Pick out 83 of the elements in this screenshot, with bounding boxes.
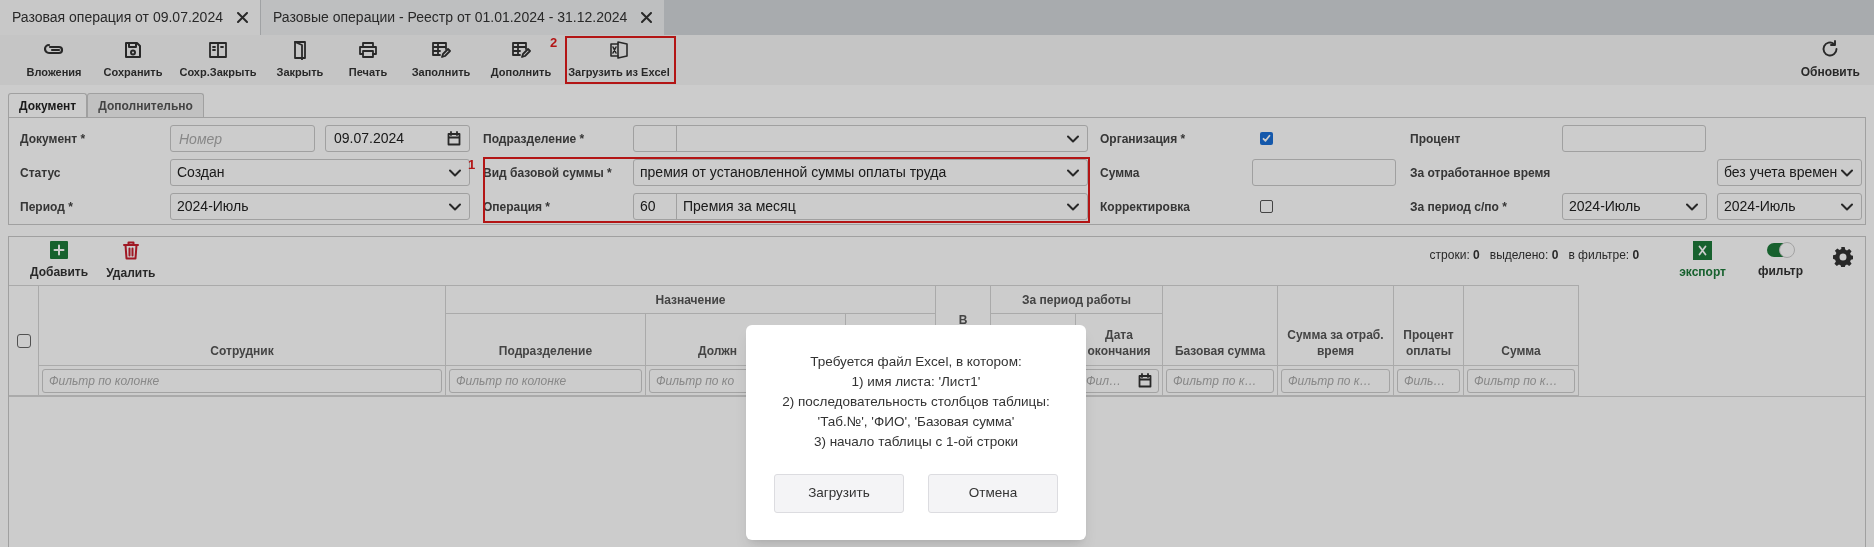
checkbox[interactable] — [1260, 200, 1273, 213]
toolbar-button[interactable]: Сохр.Закрыть — [172, 35, 264, 85]
text-field[interactable] — [1562, 125, 1706, 152]
grid-button[interactable]: Добавить — [21, 241, 98, 281]
toolbar-button[interactable]: Закрыть — [264, 35, 336, 85]
column-group-header: За период работы — [1022, 291, 1131, 309]
field-label: Подразделение * — [483, 130, 586, 148]
text-field[interactable] — [1252, 159, 1396, 186]
field-label: Сумма — [1100, 164, 1141, 182]
text-field[interactable]: Номер — [170, 125, 315, 152]
field-label: Операция * — [483, 198, 552, 216]
annotation-number: 2 — [550, 34, 558, 52]
printer-icon — [358, 40, 378, 59]
chevron-down-icon — [449, 202, 461, 211]
field-label: Процент — [1410, 130, 1462, 148]
dialog-button[interactable]: Загрузить — [774, 474, 904, 513]
spreadsheet-icon — [1693, 241, 1713, 260]
field-label: Период * — [20, 198, 74, 216]
export-button[interactable]: экспорт — [1673, 241, 1732, 281]
chevron-down-icon — [1067, 134, 1079, 143]
table-edit-icon — [511, 40, 531, 59]
dialog-button[interactable]: Отмена — [928, 474, 1058, 513]
field-label: Организация * — [1100, 130, 1187, 148]
annotation-number: 1 — [468, 156, 476, 174]
code-select-field[interactable]: 60 Премия за месяц — [633, 193, 1088, 220]
close-icon[interactable] — [237, 12, 248, 23]
settings-icon[interactable] — [1833, 247, 1853, 267]
chevron-down-icon — [1841, 202, 1853, 211]
grid-button[interactable]: Удалить — [97, 240, 165, 282]
code-select-field[interactable] — [633, 125, 1088, 152]
chevron-down-icon — [449, 168, 461, 177]
column-header[interactable]: Процент оплаты — [1397, 327, 1460, 359]
select-field[interactable]: премия от установленной суммы оплаты труда — [633, 159, 1088, 186]
book-icon — [208, 40, 228, 59]
column-header[interactable]: Должн — [698, 343, 738, 359]
toolbar-button[interactable]: Загрузить из Excel — [560, 35, 678, 85]
trash-icon — [122, 240, 139, 260]
toolbar-button[interactable]: Сохранить — [94, 35, 172, 85]
document-tab[interactable]: Разовые операции - Реестр от 01.01.2024 - 31.12.2024 — [260, 0, 665, 35]
column-header[interactable]: В — [958, 312, 968, 328]
table-edit-icon — [431, 40, 451, 59]
checkbox[interactable] — [1260, 132, 1273, 145]
date-field[interactable]: 09.07.2024 — [325, 125, 470, 152]
counter-text: в фильтре: 0 — [1568, 247, 1640, 264]
column-header[interactable]: Сотрудник — [210, 343, 274, 359]
column-header[interactable]: Подразделение — [498, 343, 593, 359]
toolbar-button[interactable]: Заполнить — [400, 35, 482, 85]
calendar-icon — [447, 131, 461, 146]
toggle-switch[interactable] — [1767, 242, 1794, 257]
field-label: Документ * — [20, 130, 87, 148]
counter-text: выделено: 0 — [1489, 247, 1559, 264]
select-field[interactable]: без учета времен — [1717, 159, 1862, 186]
field-label: За период с/по * — [1410, 198, 1508, 216]
document-tab[interactable]: Разовая операция от 09.07.2024 — [0, 0, 260, 35]
close-icon[interactable] — [641, 12, 653, 23]
form-tab[interactable]: Документ — [8, 93, 88, 117]
chevron-down-icon — [1841, 168, 1854, 177]
filter-toggle[interactable]: фильтр — [1753, 242, 1807, 280]
column-header[interactable]: Базовая сумма — [1174, 343, 1266, 359]
chevron-down-icon — [1067, 168, 1079, 177]
column-header[interactable]: Сумма — [1501, 343, 1541, 359]
select-field[interactable]: 2024-Июль — [1717, 193, 1862, 220]
plus-icon — [50, 241, 69, 259]
select-field[interactable]: Создан — [170, 159, 470, 186]
field-label: Корректировка — [1100, 198, 1191, 216]
form-tab[interactable]: Дополнительно — [87, 93, 204, 117]
excel-file-icon — [609, 40, 629, 59]
chevron-down-icon — [1067, 202, 1079, 211]
select-field[interactable]: 2024-Июль — [1562, 193, 1707, 220]
refresh-button[interactable]: Обновить — [1794, 35, 1866, 85]
toolbar-button[interactable]: Вложения — [14, 35, 94, 85]
door-icon — [292, 39, 308, 60]
refresh-icon — [1821, 39, 1840, 58]
column-group-header: Назначение — [655, 291, 726, 309]
field-label: Статус — [20, 164, 62, 182]
select-all-checkbox[interactable] — [16, 333, 31, 348]
column-header[interactable]: Сумма за отраб. время — [1281, 327, 1390, 359]
select-field[interactable]: 2024-Июль — [170, 193, 470, 220]
toolbar-button[interactable]: Печать — [336, 35, 400, 85]
chevron-down-icon — [1686, 202, 1698, 211]
field-label: За отработанное время — [1410, 164, 1552, 182]
paperclip-icon — [44, 42, 64, 57]
counter-text: строки: 0 — [1429, 247, 1480, 264]
